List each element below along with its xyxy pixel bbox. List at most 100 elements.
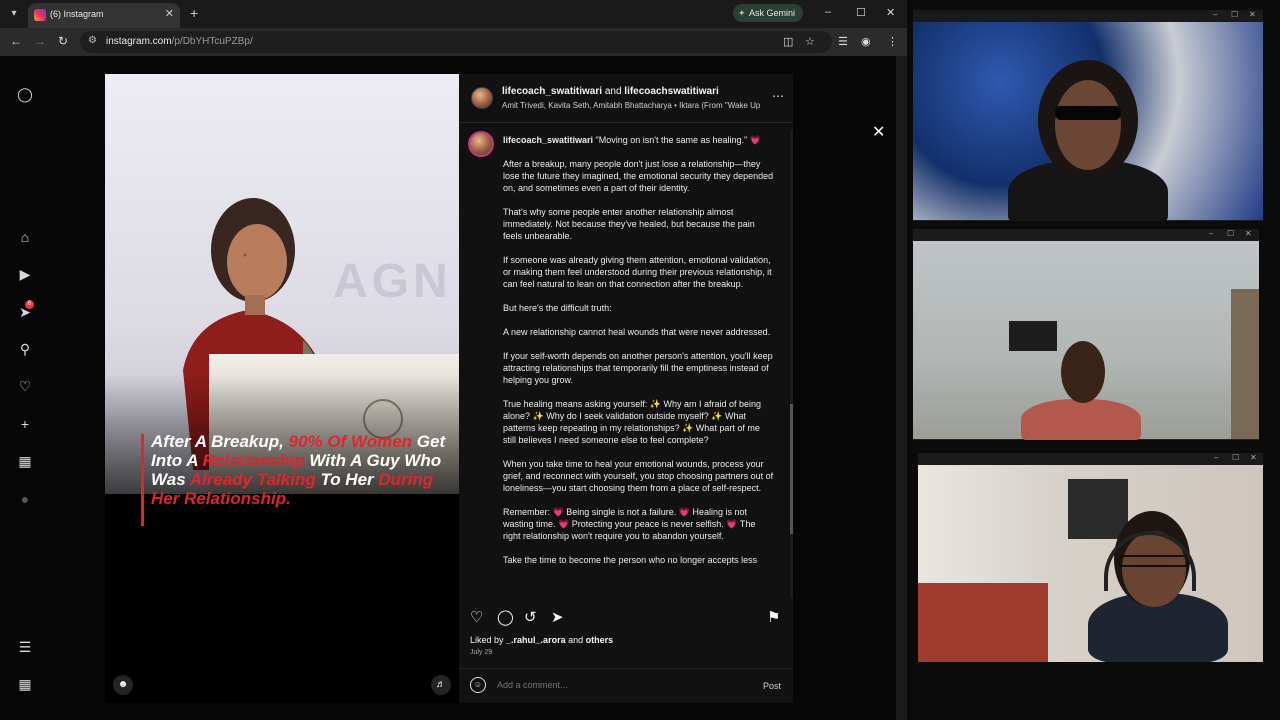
caption-area[interactable]: lifecoach_swatitiwari "Moving on isn't t…: [459, 130, 793, 598]
post-caption: lifecoach_swatitiwari "Moving on isn't t…: [503, 134, 775, 566]
url-text[interactable]: instagram.com/p/DbYHTcuPZBp/: [106, 36, 253, 47]
url-path: /p/DbYHTcuPZBp/: [171, 36, 253, 47]
divider: [459, 668, 793, 669]
instagram-logo-icon[interactable]: ◯: [17, 86, 33, 102]
back-arrow-icon[interactable]: ←: [10, 34, 22, 48]
door: [1231, 289, 1259, 439]
forward-arrow-icon[interactable]: →: [34, 34, 46, 48]
minimize-icon[interactable]: –: [825, 6, 831, 18]
post-authors: lifecoach_swatitiwari and lifecoachswati…: [502, 86, 719, 97]
caption-part: To Her: [315, 470, 379, 489]
caption-part-highlight: Relationship: [202, 451, 305, 470]
url-field[interactable]: ⚙ instagram.com/p/DbYHTcuPZBp/: [80, 31, 832, 53]
tagged-user-icon[interactable]: ☻: [113, 675, 133, 695]
liked-by-prefix: Liked by: [470, 635, 504, 645]
sunglasses: [1055, 106, 1121, 120]
caption-part: After A Breakup,: [151, 432, 289, 451]
browser-menu-icon[interactable]: ⋮: [887, 35, 898, 48]
close-icon[interactable]: ✕: [1245, 229, 1252, 238]
page-scrollbar[interactable]: [896, 56, 907, 720]
reload-icon[interactable]: ↻: [58, 34, 68, 48]
comment-icon[interactable]: ◯: [497, 608, 514, 626]
post-date[interactable]: July 29: [470, 649, 492, 656]
install-app-icon[interactable]: ◫: [783, 35, 793, 48]
post-detail-panel: lifecoach_swatitiwari and lifecoachswati…: [459, 74, 793, 703]
maximize-icon[interactable]: ☐: [1227, 229, 1234, 238]
also-from-meta-icon[interactable]: ▦: [17, 676, 33, 692]
close-icon[interactable]: ✕: [1250, 453, 1257, 462]
caption-author[interactable]: lifecoach_swatitiwari: [503, 135, 593, 145]
video-tile-titlebar: – ☐ ✕: [918, 453, 1263, 465]
author-link[interactable]: lifecoach_swatitiwari: [502, 86, 602, 97]
caption-part-highlight: 90% Of Women: [288, 432, 413, 451]
close-icon[interactable]: ✕: [1249, 10, 1256, 19]
profile-avatar-icon[interactable]: ◉: [861, 35, 871, 48]
emoji-icon[interactable]: ☺: [470, 677, 486, 693]
notifications-heart-icon[interactable]: ♡: [17, 378, 33, 394]
video-tile-1[interactable]: – ☐ ✕: [913, 10, 1263, 221]
authors-and: and: [604, 86, 622, 97]
profile-icon[interactable]: ●: [17, 491, 33, 507]
wall-cabinet: [1068, 479, 1128, 539]
save-bookmark-icon[interactable]: ⚑: [767, 608, 780, 626]
tab-instagram[interactable]: (6) Instagram ✕: [28, 3, 180, 28]
participant-head: [1061, 341, 1105, 403]
ask-gemini-label: Ask Gemini: [749, 8, 796, 18]
more-options-icon[interactable]: ⋯: [772, 89, 784, 103]
participant-body: [1021, 399, 1141, 440]
site-info-icon[interactable]: ⚙: [88, 35, 97, 46]
home-icon[interactable]: ⌂: [17, 229, 33, 245]
url-host: instagram.com: [106, 36, 172, 47]
messages-icon[interactable]: ➤ 6: [17, 300, 34, 320]
minimize-icon[interactable]: –: [1213, 10, 1217, 19]
maximize-icon[interactable]: ☐: [1232, 453, 1239, 462]
more-menu-icon[interactable]: ☰: [17, 639, 33, 655]
share-icon[interactable]: ➤: [551, 608, 564, 626]
dashboard-icon[interactable]: ▦: [17, 453, 33, 469]
close-window-icon[interactable]: ✕: [886, 6, 895, 19]
slide-caption-accent: [141, 434, 144, 526]
minimize-icon[interactable]: –: [1214, 453, 1218, 462]
caption-scroll-thumb[interactable]: [790, 404, 793, 534]
new-tab-icon[interactable]: +: [190, 5, 198, 21]
browser-window: ▾ (6) Instagram ✕ + ✦ Ask Gemini – ☐ ✕ ←…: [0, 0, 907, 720]
liked-by-others-link[interactable]: others: [586, 635, 614, 645]
reels-icon[interactable]: ▶: [17, 266, 33, 282]
slide-gradient: [105, 374, 459, 703]
instagram-page: ◯ ⌂ ▶ ➤ 6 ⚲ ♡ + ▦ ● ☰ ▦ AGN After A Brea…: [0, 56, 907, 720]
coauthor-link[interactable]: lifecoachswatitiwari: [624, 86, 718, 97]
likes-summary: Liked by _.rahul_.arora and others: [470, 635, 613, 645]
wall-tv: [1009, 321, 1057, 351]
tab-close-icon[interactable]: ✕: [165, 7, 174, 20]
maximize-icon[interactable]: ☐: [1231, 10, 1238, 19]
video-tile-titlebar: – ☐ ✕: [913, 10, 1263, 22]
video-tile-3[interactable]: – ☐ ✕: [918, 453, 1263, 662]
tab-search-icon[interactable]: ▾: [6, 6, 22, 22]
video-tile-titlebar: – ☐ ✕: [913, 229, 1259, 241]
maximize-icon[interactable]: ☐: [856, 6, 866, 19]
repost-icon[interactable]: ↺: [524, 608, 537, 626]
volume-icon[interactable]: ♬: [431, 675, 451, 695]
ask-gemini-button[interactable]: ✦ Ask Gemini: [733, 4, 803, 22]
post-comment-button[interactable]: Post: [763, 681, 781, 691]
video-tile-2[interactable]: – ☐ ✕: [913, 229, 1259, 440]
caption-part-highlight: Already Talking: [189, 470, 316, 489]
like-heart-icon[interactable]: ♡: [470, 608, 483, 626]
notification-badge: 6: [25, 300, 34, 309]
search-icon[interactable]: ⚲: [17, 341, 33, 357]
minimize-icon[interactable]: –: [1209, 229, 1213, 238]
slide-caption: After A Breakup, 90% Of Women Get Into A…: [151, 432, 451, 508]
comment-input[interactable]: [497, 680, 737, 690]
create-icon[interactable]: +: [17, 416, 33, 432]
participant-face: [1055, 80, 1121, 170]
close-modal-icon[interactable]: ✕: [872, 122, 885, 142]
author-avatar[interactable]: [471, 87, 493, 109]
address-bar: ← → ↻ ⚙ instagram.com/p/DbYHTcuPZBp/ ◫ ☆…: [0, 28, 907, 56]
media-controls-icon[interactable]: ☰: [838, 35, 848, 48]
audio-link[interactable]: Amit Trivedi, Kavita Seth, Amitabh Bhatt…: [502, 101, 764, 110]
liked-by-user-link[interactable]: _.rahul_.arora: [506, 635, 566, 645]
bookmark-star-icon[interactable]: ☆: [805, 35, 815, 48]
caption-author-avatar[interactable]: [468, 131, 494, 157]
liked-by-and: and: [568, 635, 584, 645]
post-media[interactable]: AGN After A Breakup, 90% Of Women Get In…: [105, 74, 459, 703]
